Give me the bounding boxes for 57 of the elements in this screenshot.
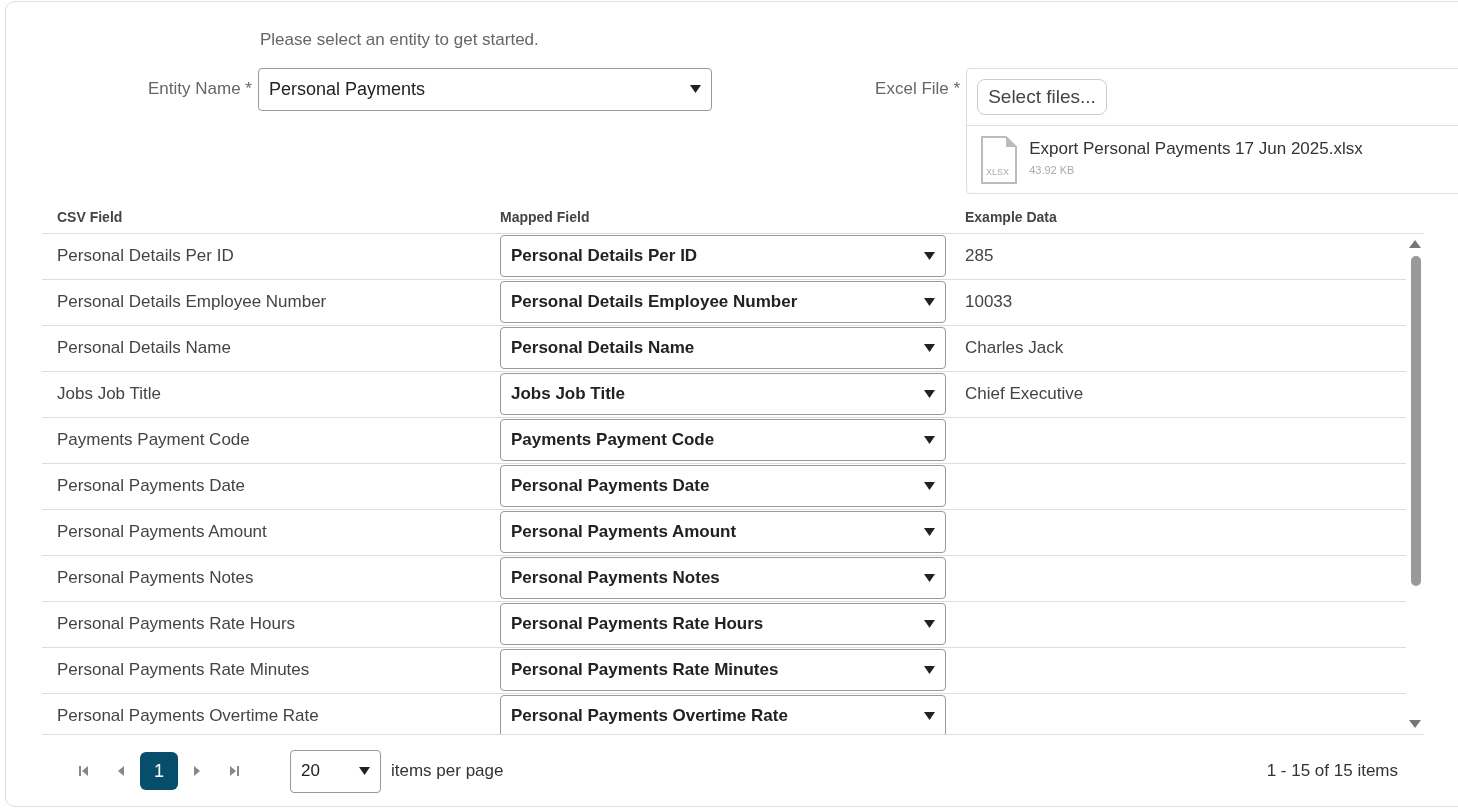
table-cell-text: Personal Payments Rate Minutes xyxy=(56,659,311,682)
column-header: Example Data xyxy=(964,207,1058,227)
mapped-field-select[interactable]: Personal Payments Overtime Rate xyxy=(500,695,946,734)
mapped-field-select[interactable]: Personal Payments Rate Minutes xyxy=(500,649,946,691)
mapped-field-select[interactable]: Personal Details Employee Number xyxy=(500,281,946,323)
mapped-field-select[interactable]: Jobs Job Title xyxy=(500,373,946,415)
caret-icon xyxy=(924,712,935,720)
table-cell-text: Personal Payments Date xyxy=(56,475,247,498)
scroll-down-icon[interactable] xyxy=(1409,719,1421,728)
column-header: CSV Field xyxy=(56,207,124,227)
page-button[interactable]: 1 xyxy=(140,752,178,790)
field-label: Entity Name * xyxy=(147,77,253,100)
caret-icon xyxy=(924,574,935,582)
caret-icon xyxy=(359,767,370,775)
caret-icon xyxy=(924,620,935,628)
caret-icon xyxy=(924,390,935,398)
table-cell-text: Personal Payments Overtime Rate xyxy=(56,705,320,728)
page-size-select[interactable]: 20 xyxy=(290,749,381,793)
table-cell: 285 xyxy=(965,246,994,266)
mapped-field-select[interactable]: Payments Payment Code xyxy=(500,419,946,461)
hint-text: Please select an entity to get started. xyxy=(260,30,539,50)
caret-icon xyxy=(924,298,935,306)
table-cell-text: Personal Details Name xyxy=(56,337,232,360)
table-cell: Chief Executive xyxy=(965,384,1084,404)
mapped-field-select[interactable]: Personal Payments Notes xyxy=(500,557,946,599)
table-cell-text: Personal Payments Rate Hours xyxy=(56,613,297,636)
caret-icon xyxy=(924,344,935,352)
pager-info: 1 - 15 of 15 items xyxy=(1266,760,1398,783)
scroll-up-icon[interactable] xyxy=(1409,239,1421,248)
caret-icon xyxy=(924,436,935,444)
field-label: Excel File * xyxy=(874,77,962,100)
page-size-label: items per page xyxy=(391,760,504,783)
scrollbar-thumb[interactable] xyxy=(1411,255,1421,586)
entity-select[interactable]: Personal Payments xyxy=(257,67,713,111)
table-cell-text: Personal Payments Amount xyxy=(56,521,268,544)
table-cell: 10033 xyxy=(965,292,1013,312)
caret-icon xyxy=(924,482,935,490)
file-name: Export Personal Payments 17 Jun 2025.xlsx xyxy=(1029,138,1363,160)
table-cell: Charles Jack xyxy=(965,338,1064,358)
mapped-field-select[interactable]: Personal Details Name xyxy=(500,327,946,369)
table-cell-text: Payments Payment Code xyxy=(56,429,251,452)
mapped-field-select[interactable]: Personal Payments Date xyxy=(500,465,946,507)
table-cell-text: Personal Payments Notes xyxy=(56,567,255,590)
table-cell-text: Jobs Job Title xyxy=(56,383,162,406)
caret-icon xyxy=(924,252,935,260)
table-cell-text: Personal Details Employee Number xyxy=(56,291,328,314)
caret-icon xyxy=(924,666,935,674)
file-icon: XLSX xyxy=(981,136,1018,184)
caret-icon xyxy=(924,528,935,536)
caret-icon xyxy=(690,85,702,93)
mapped-field-select[interactable]: Personal Details Per ID xyxy=(500,235,946,277)
mapped-field-select[interactable]: Personal Payments Rate Hours xyxy=(500,603,946,645)
mapped-field-select[interactable]: Personal Payments Amount xyxy=(500,511,946,553)
select-files-button[interactable]: Select files... xyxy=(977,78,1107,115)
table-cell-text: Personal Details Per ID xyxy=(56,245,235,268)
file-size: 43.92 KB xyxy=(1029,162,1076,178)
column-header: Mapped Field xyxy=(500,207,591,227)
